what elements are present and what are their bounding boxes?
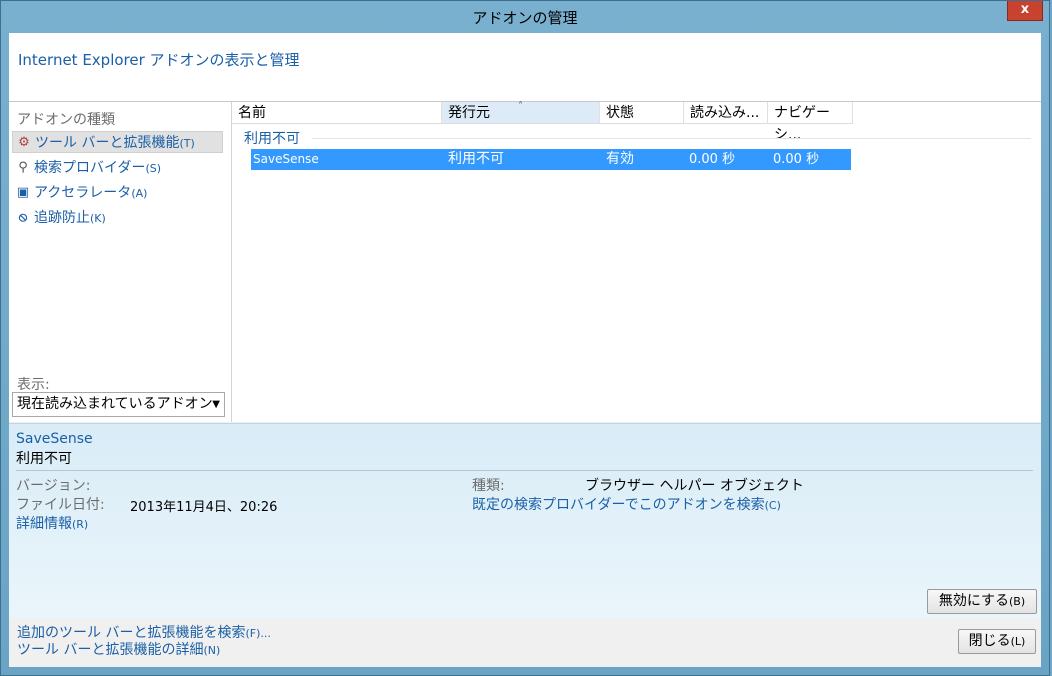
group-divider [312, 138, 1031, 139]
sidebar-item-label: アクセラレータ [34, 185, 132, 201]
show-filter-value: 現在読み込まれているアドオン [17, 396, 213, 412]
dialog-header: Internet Explorer アドオンの表示と管理 [9, 33, 1041, 102]
sort-ascending-icon: ˄ [518, 101, 523, 112]
column-header-name[interactable]: 名前 [232, 102, 442, 124]
sidebar-item-accel: (A) [131, 187, 148, 200]
cell-name: SaveSense [253, 152, 319, 166]
search-addon-link-label: 既定の検索プロバイダーでこのアドオンを検索 [472, 497, 765, 513]
group-header: 利用不可 [244, 131, 300, 147]
header-title: Internet Explorer アドオンの表示と管理 [18, 51, 300, 69]
dialog-client-area: Internet Explorer アドオンの表示と管理 アドオンの種類 ⚙ ツ… [9, 33, 1041, 667]
addon-manager-window: アドオンの管理 x Internet Explorer アドオンの表示と管理 ア… [0, 0, 1050, 676]
version-label: バージョン: [16, 478, 91, 494]
find-more-accel: (F)... [245, 627, 271, 640]
details-panel: SaveSense 利用不可 バージョン: ファイル日付: 2013年11月4日… [9, 423, 1041, 618]
accelerator-icon: ▣ [16, 185, 30, 200]
tracking-protection-icon: ⦸ [18, 210, 28, 225]
addon-type-heading: アドオンの種類 [17, 112, 115, 128]
type-label: 種類: [472, 478, 505, 494]
search-addon-link[interactable]: 既定の検索プロバイダーでこのアドオンを検索(C) [472, 494, 781, 514]
learn-more-link[interactable]: ツール バーと拡張機能の詳細(N) [17, 639, 220, 659]
dialog-footer: 追加のツール バーと拡張機能を検索(F)... ツール バーと拡張機能の詳細(N… [9, 618, 1041, 667]
sidebar-item-accelerators[interactable]: ▣ アクセラレータ(A) [12, 182, 223, 204]
cell-publisher: 利用不可 [448, 151, 504, 167]
learn-more-link-label: ツール バーと拡張機能の詳細 [17, 642, 204, 658]
sidebar-item-label: ツール バーと拡張機能 [35, 135, 180, 151]
addon-type-pane: アドオンの種類 ⚙ ツール バーと拡張機能(T) ⚲ 検索プロバイダー(S) ▣… [9, 102, 232, 422]
toolbar-extension-icon: ⚙ [18, 135, 30, 150]
cell-navigation-time: 0.00 秒 [773, 152, 820, 167]
column-header-label: 発行元 [448, 105, 490, 121]
show-filter-select[interactable]: 現在読み込まれているアドオン ▼ [12, 392, 225, 417]
close-button-label: 閉じる [968, 633, 1011, 649]
cell-load-time: 0.00 秒 [689, 152, 736, 167]
cell-status: 有効 [606, 151, 634, 167]
detail-addon-status: 利用不可 [16, 451, 72, 467]
sidebar-item-label: 検索プロバイダー [34, 160, 146, 176]
window-title: アドオンの管理 [472, 9, 578, 27]
detail-addon-name: SaveSense [16, 431, 93, 447]
sidebar-item-search-providers[interactable]: ⚲ 検索プロバイダー(S) [12, 157, 223, 179]
sidebar-item-tracking-protection[interactable]: ⦸ 追跡防止(K) [12, 207, 223, 229]
table-row[interactable]: SaveSense 利用不可 有効 0.00 秒 0.00 秒 [251, 149, 851, 170]
search-icon: ⚲ [18, 160, 28, 175]
sidebar-item-label: 追跡防止 [34, 210, 90, 226]
column-header-publisher[interactable]: ˄ 発行元 [442, 101, 600, 124]
column-header-load-time[interactable]: 読み込み... [684, 102, 768, 124]
file-date-value: 2013年11月4日、20:26 [130, 500, 278, 515]
sidebar-item-toolbars-extensions[interactable]: ⚙ ツール バーと拡張機能(T) [12, 131, 223, 153]
chevron-down-icon: ▼ [212, 399, 220, 410]
detail-divider [16, 470, 1033, 471]
column-header-status[interactable]: 状態 [600, 102, 684, 124]
file-date-label: ファイル日付: [16, 497, 105, 513]
column-header-navigation-time[interactable]: ナビゲーシ... [768, 102, 853, 143]
more-info-accel: (R) [72, 518, 89, 531]
title-bar[interactable]: アドオンの管理 x [1, 1, 1049, 33]
type-value: ブラウザー ヘルパー オブジェクト [585, 478, 804, 494]
more-info-link[interactable]: 詳細情報(R) [16, 513, 88, 533]
addon-list: 名前 ˄ 発行元 状態 読み込み... ナビゲーシ... 利用不可 SaveSe… [232, 101, 1041, 422]
more-info-link-label: 詳細情報 [16, 516, 72, 532]
sidebar-item-accel: (T) [179, 137, 195, 150]
sidebar-item-accel: (S) [145, 162, 162, 175]
sidebar-item-accel: (K) [90, 212, 106, 225]
window-close-button[interactable]: x [1007, 1, 1043, 21]
show-label: 表示: [17, 377, 50, 393]
disable-button-label: 無効にする [938, 593, 1009, 609]
search-addon-accel: (C) [764, 499, 781, 512]
close-button-accel: (L) [1010, 635, 1026, 648]
disable-button-accel: (B) [1009, 595, 1026, 608]
close-button[interactable]: 閉じる(L) [958, 629, 1036, 654]
learn-more-accel: (N) [203, 644, 221, 657]
disable-button[interactable]: 無効にする(B) [927, 589, 1037, 614]
